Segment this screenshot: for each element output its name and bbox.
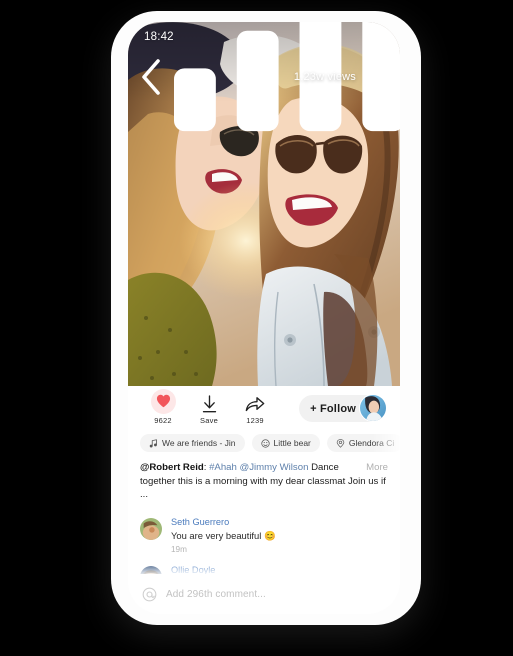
view-count: 1.23w views — [293, 71, 356, 83]
chip-sticker[interactable]: Little bear — [251, 434, 320, 452]
location-pin-icon — [336, 438, 345, 448]
hero-top-bar: 1.23w views — [128, 59, 400, 95]
chip-sticker-label: Little bear — [273, 438, 311, 448]
follow-label: + Follow — [310, 402, 356, 415]
commenter-avatar-1[interactable] — [140, 517, 162, 540]
comment-item[interactable]: Seth Guerrero You are very beautiful 😊 1… — [140, 510, 388, 558]
comment-input-bar[interactable]: Add 296th comment... — [128, 574, 400, 614]
comment-input-placeholder[interactable]: Add 296th comment... — [166, 589, 266, 600]
tag-chip-row: We are friends - Jin Little bear Glendor… — [128, 431, 400, 458]
like-button[interactable]: 9622 — [140, 388, 186, 426]
like-count: 9622 — [154, 416, 172, 426]
save-button[interactable]: Save — [186, 392, 232, 426]
heart-icon — [156, 395, 170, 408]
save-label: Save — [200, 416, 218, 426]
share-icon-wrap — [245, 392, 265, 414]
signal-bars-icon — [173, 22, 400, 132]
chip-location[interactable]: Glendora Ci — [326, 434, 400, 452]
caption-more-link[interactable]: More — [366, 461, 388, 475]
heart-icon-bg — [150, 388, 176, 414]
chip-music[interactable]: We are friends - Jin — [140, 434, 245, 452]
download-save-icon — [202, 395, 216, 413]
phone-screen: 18:42 1.23w views 9622 Save 1239 + Follo… — [128, 22, 400, 614]
screenshot-stage: 18:42 1.23w views 9622 Save 1239 + Follo… — [0, 0, 513, 656]
more-options-icon[interactable] — [368, 75, 388, 79]
share-count: 1239 — [246, 416, 264, 426]
chip-music-label: We are friends - Jin — [162, 438, 236, 448]
comment-author[interactable]: Seth Guerrero — [171, 517, 388, 527]
smiley-face-icon — [260, 438, 270, 448]
post-caption: More @Robert Reid: #Ahah @Jimmy Wilson D… — [128, 458, 400, 510]
chip-location-label: Glendora Ci — [348, 438, 395, 448]
music-note-icon — [149, 438, 157, 447]
caption-mention[interactable]: @Jimmy Wilson — [240, 462, 309, 473]
status-icons — [173, 22, 400, 219]
back-chevron-icon — [142, 59, 160, 95]
action-bar: 9622 Save 1239 + Follow — [128, 386, 400, 431]
caption-username[interactable]: @Robert Reid — [140, 462, 204, 473]
like-icon-wrap — [150, 388, 176, 414]
author-avatar-image — [360, 395, 386, 421]
commenter-avatar-1-image — [140, 517, 162, 540]
at-mention-icon[interactable] — [142, 587, 157, 602]
comment-text: You are very beautiful 😊 — [171, 529, 276, 541]
comment-body: Seth Guerrero You are very beautiful 😊 1… — [171, 517, 388, 554]
author-avatar[interactable] — [359, 394, 387, 422]
status-bar: 18:42 — [128, 22, 400, 132]
back-button[interactable] — [140, 59, 162, 95]
share-button[interactable]: 1239 — [232, 392, 278, 426]
caption-hashtag[interactable]: #Ahah — [209, 462, 237, 473]
comment-time: 19m — [171, 545, 187, 555]
share-arrow-icon — [245, 396, 265, 411]
follow-button[interactable]: + Follow — [299, 394, 387, 422]
hero-photo[interactable]: 18:42 1.23w views — [128, 22, 400, 386]
save-icon-wrap — [201, 392, 218, 414]
